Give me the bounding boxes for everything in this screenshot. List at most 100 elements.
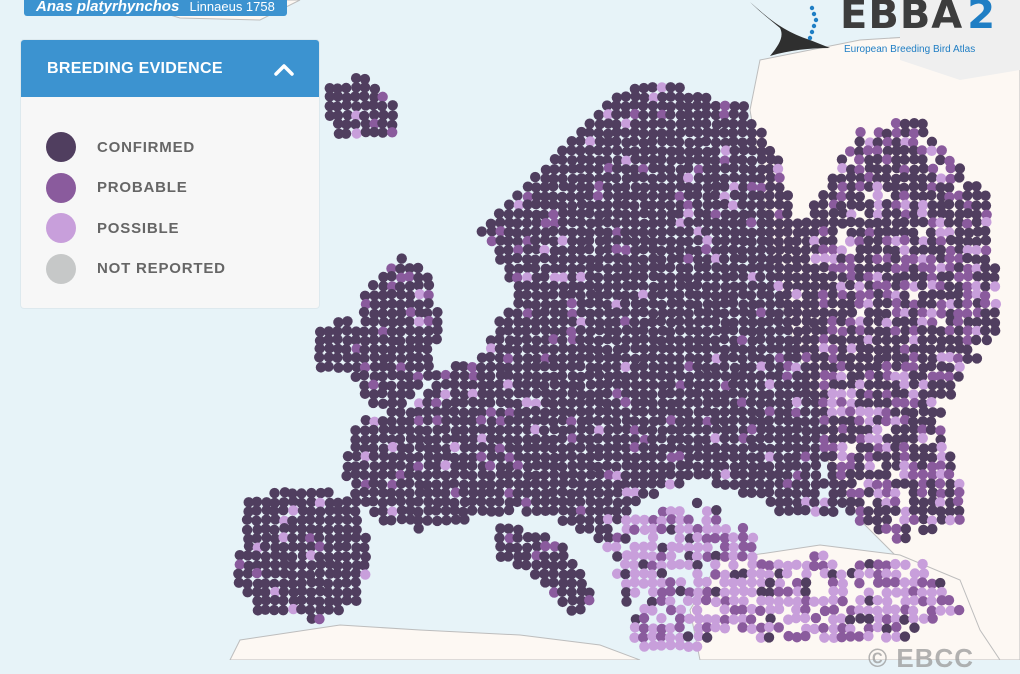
breeding-dot [747,558,758,570]
breeding-dot [638,119,649,130]
breeding-dot [423,279,435,291]
breeding-dot [755,173,766,184]
breeding-dot [278,605,289,616]
breeding-dot [818,595,829,607]
not-reported-swatch [46,253,76,284]
breeding-dot [621,505,632,517]
breeding-dot [520,560,532,571]
breeding-dot [692,388,703,399]
breeding-dot [549,164,560,175]
breeding-dot [916,487,928,498]
breeding-dot [405,307,417,318]
breeding-dot [665,334,676,345]
breeding-dot [341,577,352,589]
breeding-dot [773,559,784,570]
breeding-dot [360,414,372,426]
breeding-dot [665,244,676,255]
breeding-dot [647,227,659,238]
breeding-dot [602,495,613,507]
breeding-dot [270,568,281,579]
breeding-dot [774,505,785,517]
breeding-dot [575,397,586,408]
breeding-dot [791,488,802,499]
chevron-up-icon[interactable] [273,58,295,80]
breeding-dot [710,569,721,580]
breeding-dot [891,621,902,633]
breeding-dot [773,452,784,463]
breeding-dot [594,352,605,364]
breeding-dot [557,397,568,408]
breeding-dot [846,307,858,318]
breeding-dot [413,496,424,507]
breeding-dot [684,613,695,625]
breeding-dot [601,361,613,373]
breeding-dot [782,496,793,508]
breeding-dot [539,234,551,246]
breeding-dot [513,297,524,309]
breeding-dot [647,577,658,589]
breeding-dot [827,235,838,246]
breeding-dot [711,423,722,435]
breeding-dot [539,252,550,264]
breeding-dot [342,514,353,525]
breeding-dot [458,397,469,408]
breeding-dot [909,451,920,462]
breeding-dot [854,217,865,228]
breeding-dot [818,244,829,255]
breeding-dot [387,308,398,319]
breeding-dot [683,434,694,446]
breeding-dot [576,460,587,471]
breeding-dot [629,236,641,247]
breeding-dot [926,595,937,607]
breeding-dot [593,217,604,228]
breeding-dot [288,505,299,516]
breeding-dot [251,505,262,516]
breeding-dot [639,514,650,526]
breeding-dot [836,487,847,498]
breeding-dot [656,172,667,183]
breeding-dot [889,496,901,507]
breeding-dot [556,388,568,399]
breeding-dot [358,90,370,102]
breeding-dot [575,523,586,535]
breeding-dot [675,585,686,597]
breeding-dot [503,523,514,534]
breeding-dot [916,587,928,598]
breeding-dot [710,271,722,283]
breeding-dot [639,182,650,193]
breeding-dot [548,478,560,489]
breeding-dot [665,280,676,291]
breeding-dot [557,451,568,463]
breeding-dot [763,415,775,426]
breeding-dot [629,317,640,328]
breeding-dot [729,433,740,444]
breeding-dot [935,425,946,436]
breeding-dot [962,190,973,201]
breeding-dot [584,316,596,327]
breeding-dot [935,577,946,589]
legend-header[interactable]: BREEDING EVIDENCE [21,40,319,97]
breeding-dot [728,244,739,255]
breeding-dot [818,550,829,561]
breeding-dot [908,253,919,265]
breeding-dot [900,298,911,310]
breeding-dot [954,487,965,498]
breeding-dot [512,190,523,201]
breeding-dot [646,425,658,436]
breeding-dot [881,360,892,372]
breeding-dot [359,542,370,553]
breeding-dot [891,523,902,535]
breeding-dot [844,236,856,247]
breeding-dot [682,469,694,481]
breeding-dot [701,326,713,337]
breeding-dot [674,298,686,309]
breeding-dot [899,244,910,256]
breeding-dot [611,398,622,409]
breeding-dot [648,379,659,391]
breeding-dot [422,469,433,481]
breeding-dot [863,406,875,418]
breeding-dot [584,369,595,381]
breeding-dot [701,506,713,517]
breeding-dot [891,360,902,372]
breeding-dot [441,515,452,526]
